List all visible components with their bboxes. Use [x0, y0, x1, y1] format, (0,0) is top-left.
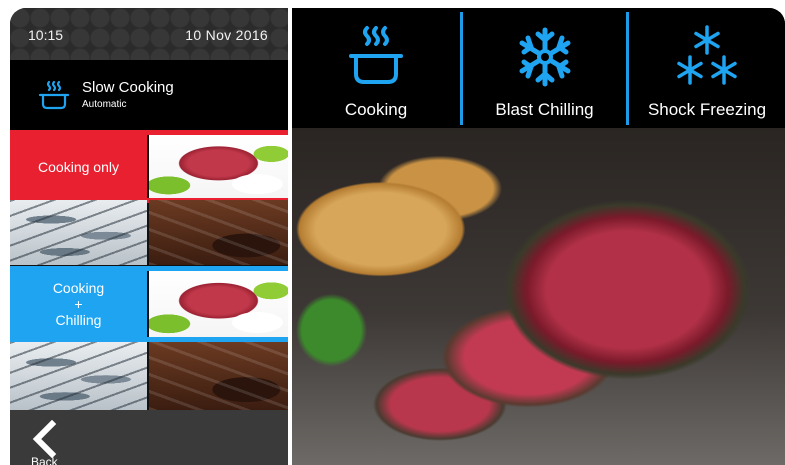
pot-steam-icon	[349, 26, 403, 84]
meat-image[interactable]	[149, 271, 288, 337]
mode-title: Slow Cooking	[82, 79, 174, 96]
blast-chilling-function-button[interactable]: Blast Chilling	[463, 8, 626, 128]
program-label: Cooking only	[38, 158, 119, 175]
fish-image[interactable]	[10, 200, 147, 265]
left-panel: 10:15 10 Nov 2016 Slow Cooking Automatic…	[10, 8, 288, 465]
program-grid: Cooking only Cooking + Chilling	[10, 130, 288, 410]
clock-date: 10 Nov 2016	[185, 27, 268, 43]
back-button[interactable]: Back	[10, 410, 288, 465]
program-cooking-only-button[interactable]: Cooking only	[10, 135, 147, 198]
snowflakes-icon	[677, 25, 737, 85]
function-bar: Cooking Blast Chilling Shock Freezing	[292, 8, 785, 128]
chevron-left-icon	[32, 420, 57, 458]
cooking-function-button[interactable]: Cooking	[292, 8, 460, 128]
chocolate-image[interactable]	[149, 200, 288, 265]
roast-beef-image	[292, 128, 785, 465]
function-label: Cooking	[344, 100, 408, 119]
function-label: Shock Freezing	[647, 100, 767, 119]
program-cooking-chilling-button[interactable]: Cooking + Chilling	[10, 271, 147, 337]
program-label-line: +	[74, 296, 83, 312]
back-label: Back	[31, 455, 58, 465]
program-label-line: Chilling	[55, 312, 102, 328]
fish-image[interactable]	[10, 342, 147, 410]
snowflake-icon	[519, 27, 570, 87]
program-label-line: Cooking	[52, 280, 105, 296]
right-panel: Cooking Blast Chilling Shock Freezing	[292, 8, 785, 465]
chocolate-image[interactable]	[149, 342, 288, 410]
status-bar: 10:15 10 Nov 2016	[10, 8, 288, 60]
shock-freezing-function-button[interactable]: Shock Freezing	[629, 8, 785, 128]
pot-steam-icon	[38, 80, 70, 110]
function-label: Blast Chilling	[495, 100, 594, 119]
current-mode: Slow Cooking Automatic	[10, 60, 288, 130]
mode-subtitle: Automatic	[82, 99, 127, 110]
clock-time: 10:15	[28, 27, 64, 43]
meat-image[interactable]	[149, 135, 288, 198]
